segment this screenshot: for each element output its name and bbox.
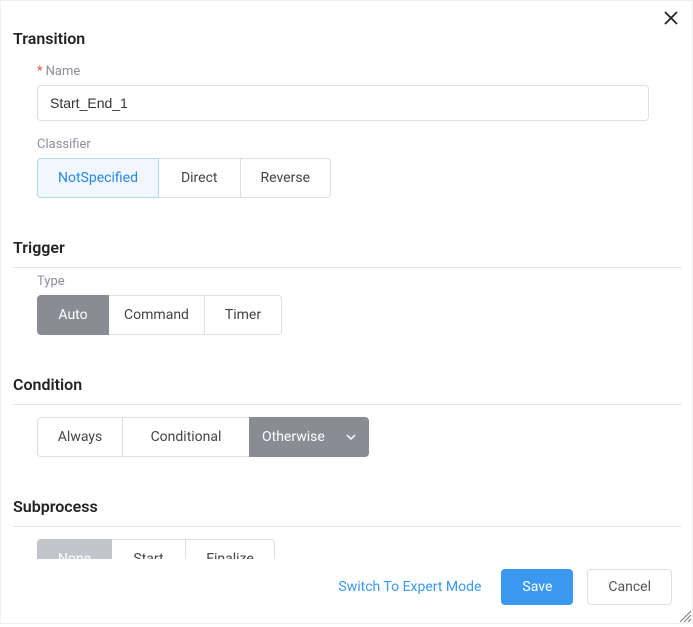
resize-icon (676, 607, 692, 623)
name-input[interactable] (37, 85, 649, 121)
name-label: *Name (37, 64, 686, 79)
condition-always[interactable]: Always (37, 417, 123, 457)
subprocess-section: None Start Finalize (13, 527, 686, 559)
condition-group: Always Conditional Otherwise (37, 417, 686, 457)
trigger-timer[interactable]: Timer (204, 295, 282, 335)
classifier-direct[interactable]: Direct (158, 158, 241, 198)
trigger-type-group: Auto Command Timer (37, 295, 686, 335)
cancel-button[interactable]: Cancel (587, 569, 672, 605)
subprocess-start[interactable]: Start (111, 539, 186, 559)
section-title-condition: Condition (13, 365, 682, 405)
condition-conditional[interactable]: Conditional (122, 417, 250, 457)
chevron-down-icon (346, 432, 356, 442)
resize-handle[interactable] (676, 607, 692, 623)
condition-section: Always Conditional Otherwise (13, 405, 686, 487)
trigger-command[interactable]: Command (108, 295, 205, 335)
dialog-scroll[interactable]: Transition *Name Classifier NotSpecified… (1, 1, 692, 559)
section-title-transition: Transition (13, 19, 682, 58)
transition-section: *Name Classifier NotSpecified Direct Rev… (13, 58, 686, 228)
switch-expert-link[interactable]: Switch To Expert Mode (338, 579, 481, 595)
classifier-notspecified[interactable]: NotSpecified (37, 158, 159, 198)
section-title-trigger: Trigger (13, 228, 682, 268)
classifier-group: NotSpecified Direct Reverse (37, 158, 686, 198)
classifier-label: Classifier (37, 137, 686, 152)
required-mark: * (37, 64, 43, 79)
section-title-subprocess: Subprocess (13, 487, 682, 527)
subprocess-finalize[interactable]: Finalize (185, 539, 275, 559)
trigger-type-label: Type (37, 274, 686, 289)
subprocess-none[interactable]: None (37, 539, 112, 559)
condition-otherwise[interactable]: Otherwise (249, 417, 369, 457)
subprocess-group: None Start Finalize (37, 539, 686, 559)
transition-dialog: Transition *Name Classifier NotSpecified… (0, 0, 693, 624)
save-button[interactable]: Save (501, 569, 573, 605)
dialog-footer: Switch To Expert Mode Save Cancel (1, 559, 692, 623)
trigger-auto[interactable]: Auto (37, 295, 109, 335)
trigger-section: Type Auto Command Timer (13, 268, 686, 365)
classifier-reverse[interactable]: Reverse (240, 158, 331, 198)
